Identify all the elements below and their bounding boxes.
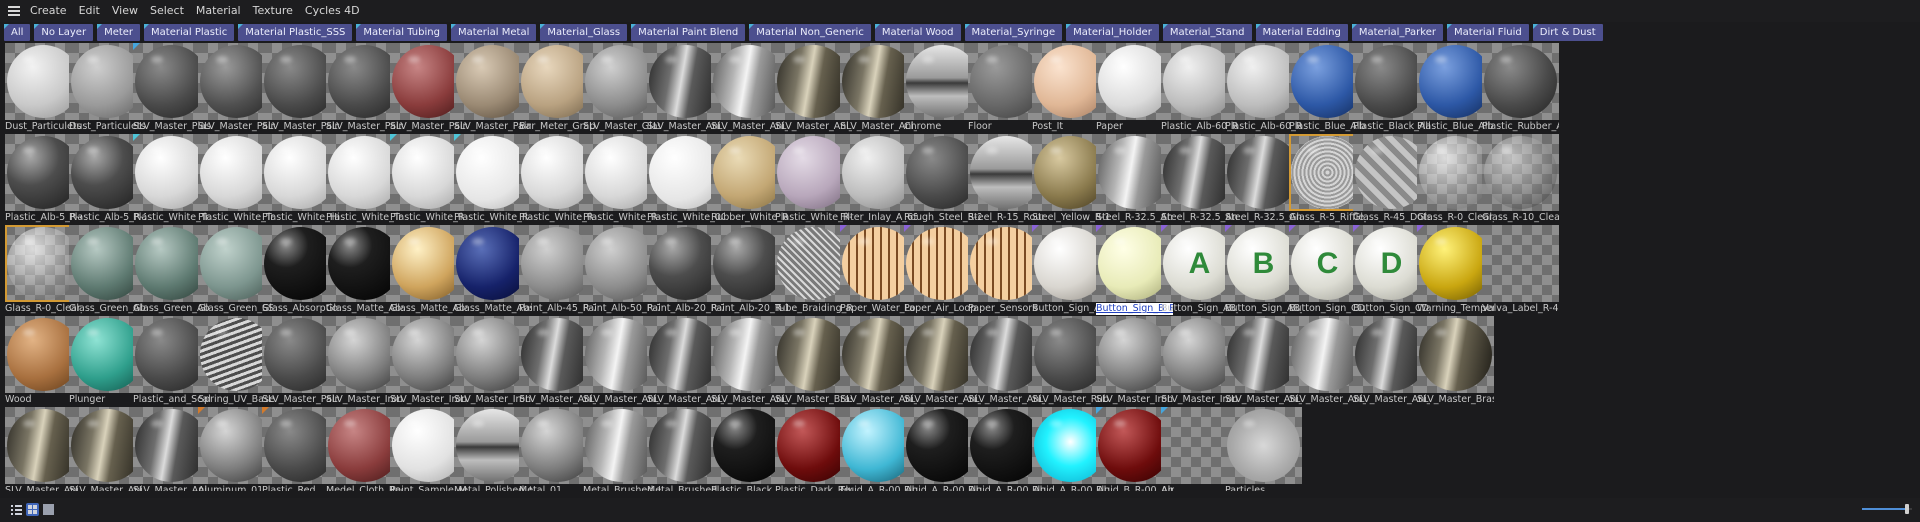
tag-material-parker[interactable]: Material_Parker xyxy=(1351,24,1443,41)
layer-color-marker xyxy=(262,407,269,414)
layer-color-marker xyxy=(133,134,140,141)
material-glyph: A xyxy=(1188,246,1211,280)
tag-meter[interactable]: Meter xyxy=(97,24,141,41)
layer-color-marker xyxy=(1417,225,1424,232)
layer-color-marker xyxy=(198,407,205,414)
tag-material-paint-blend[interactable]: Material Paint Blend xyxy=(631,24,746,41)
layer-color-marker xyxy=(840,225,847,232)
hamburger-menu-icon[interactable] xyxy=(0,0,24,22)
menu-items: Create Edit View Select Material Texture Cycle… xyxy=(24,0,366,22)
zoom-handle[interactable] xyxy=(1905,504,1909,514)
layer-color-marker xyxy=(1096,407,1103,414)
tag-material-plastic-sss[interactable]: Material Plastic_SSS xyxy=(238,24,353,41)
menu-select[interactable]: Select xyxy=(144,0,190,22)
menu-material[interactable]: Material xyxy=(190,0,247,22)
tag-material-tubing[interactable]: Material Tubing xyxy=(356,24,447,41)
layer-color-marker xyxy=(1161,225,1168,232)
tag-material-metal[interactable]: Material Metal xyxy=(450,24,537,41)
tag-material-wood[interactable]: Material Wood xyxy=(874,24,961,41)
layer-color-marker xyxy=(1096,225,1103,232)
layer-tag-bar: All No Layer Meter Material Plastic Material… xyxy=(4,24,1916,41)
material-preview xyxy=(1482,225,1559,302)
material-name: Valva_Label_R-40 xyxy=(1482,303,1559,314)
tag-dirt-dust[interactable]: Dirt & Dust xyxy=(1532,24,1603,41)
menubar: Create Edit View Select Material Texture Cycle… xyxy=(0,0,1920,22)
material-preview xyxy=(1225,407,1302,484)
layer-color-marker xyxy=(1289,225,1296,232)
material-name: Glass_R-10_Clear_ xyxy=(1482,212,1559,223)
material-preview xyxy=(1482,43,1559,120)
menu-create[interactable]: Create xyxy=(24,0,73,22)
tag-material-edding[interactable]: Material Edding xyxy=(1255,24,1348,41)
tag-material-plastic[interactable]: Material Plastic xyxy=(144,24,235,41)
tag-material-holder[interactable]: Material_Holder xyxy=(1066,24,1159,41)
material-name: Particles xyxy=(1225,485,1266,491)
material-sphere xyxy=(1227,409,1300,482)
material-tile[interactable]: Particles xyxy=(1225,407,1302,491)
layer-color-marker xyxy=(1353,225,1360,232)
material-grid: Dust_Particulets Dust_Particulets SLV_Mast… xyxy=(5,43,1915,491)
material-name: Plastic_Rubber_Al xyxy=(1482,121,1559,132)
material-glyph: B xyxy=(1252,246,1275,280)
material-name: SLV_Master_Brass xyxy=(1417,394,1494,405)
menu-cycles-4d[interactable]: Cycles 4D xyxy=(299,0,366,22)
tag-no-layer[interactable]: No Layer xyxy=(34,24,94,41)
tag-material-non-generic[interactable]: Material Non_Generic xyxy=(749,24,871,41)
material-sphere xyxy=(1484,136,1557,209)
layer-color-marker xyxy=(1161,407,1168,414)
layer-color-marker xyxy=(133,43,140,50)
material-sphere xyxy=(1419,318,1492,391)
tag-all[interactable]: All xyxy=(4,24,31,41)
menu-view[interactable]: View xyxy=(106,0,144,22)
layer-color-marker xyxy=(1032,225,1039,232)
menu-texture[interactable]: Texture xyxy=(247,0,299,22)
menu-edit[interactable]: Edit xyxy=(73,0,106,22)
material-sphere xyxy=(1484,45,1557,118)
zoom-slider[interactable] xyxy=(1862,504,1912,514)
tag-material-fluid[interactable]: Material Fluid xyxy=(1446,24,1529,41)
material-tile[interactable]: Glass_R-10_Clear_ xyxy=(1482,134,1559,224)
layer-color-marker xyxy=(904,225,911,232)
layer-color-marker xyxy=(1225,225,1232,232)
layer-color-marker xyxy=(390,134,397,141)
material-preview xyxy=(1482,134,1559,211)
zoom-fill xyxy=(1862,508,1907,510)
material-tile[interactable]: Valva_Label_R-40 xyxy=(1482,225,1559,315)
list-view-icon[interactable] xyxy=(10,503,23,516)
layer-color-marker xyxy=(454,134,461,141)
tag-material-glass[interactable]: Material_Glass xyxy=(540,24,628,41)
status-bar xyxy=(0,498,1920,522)
tag-material-stand[interactable]: Material_Stand xyxy=(1162,24,1252,41)
grid-view-icon[interactable] xyxy=(26,503,39,516)
material-glyph: C xyxy=(1316,246,1339,280)
tag-material-syringe[interactable]: Material_Syringe xyxy=(964,24,1063,41)
material-preview xyxy=(1417,316,1494,393)
material-tile[interactable]: SLV_Master_Brass xyxy=(1417,316,1494,406)
material-glyph: D xyxy=(1380,246,1403,280)
material-tile[interactable]: Plastic_Rubber_Al xyxy=(1482,43,1559,133)
large-view-icon[interactable] xyxy=(42,503,55,516)
